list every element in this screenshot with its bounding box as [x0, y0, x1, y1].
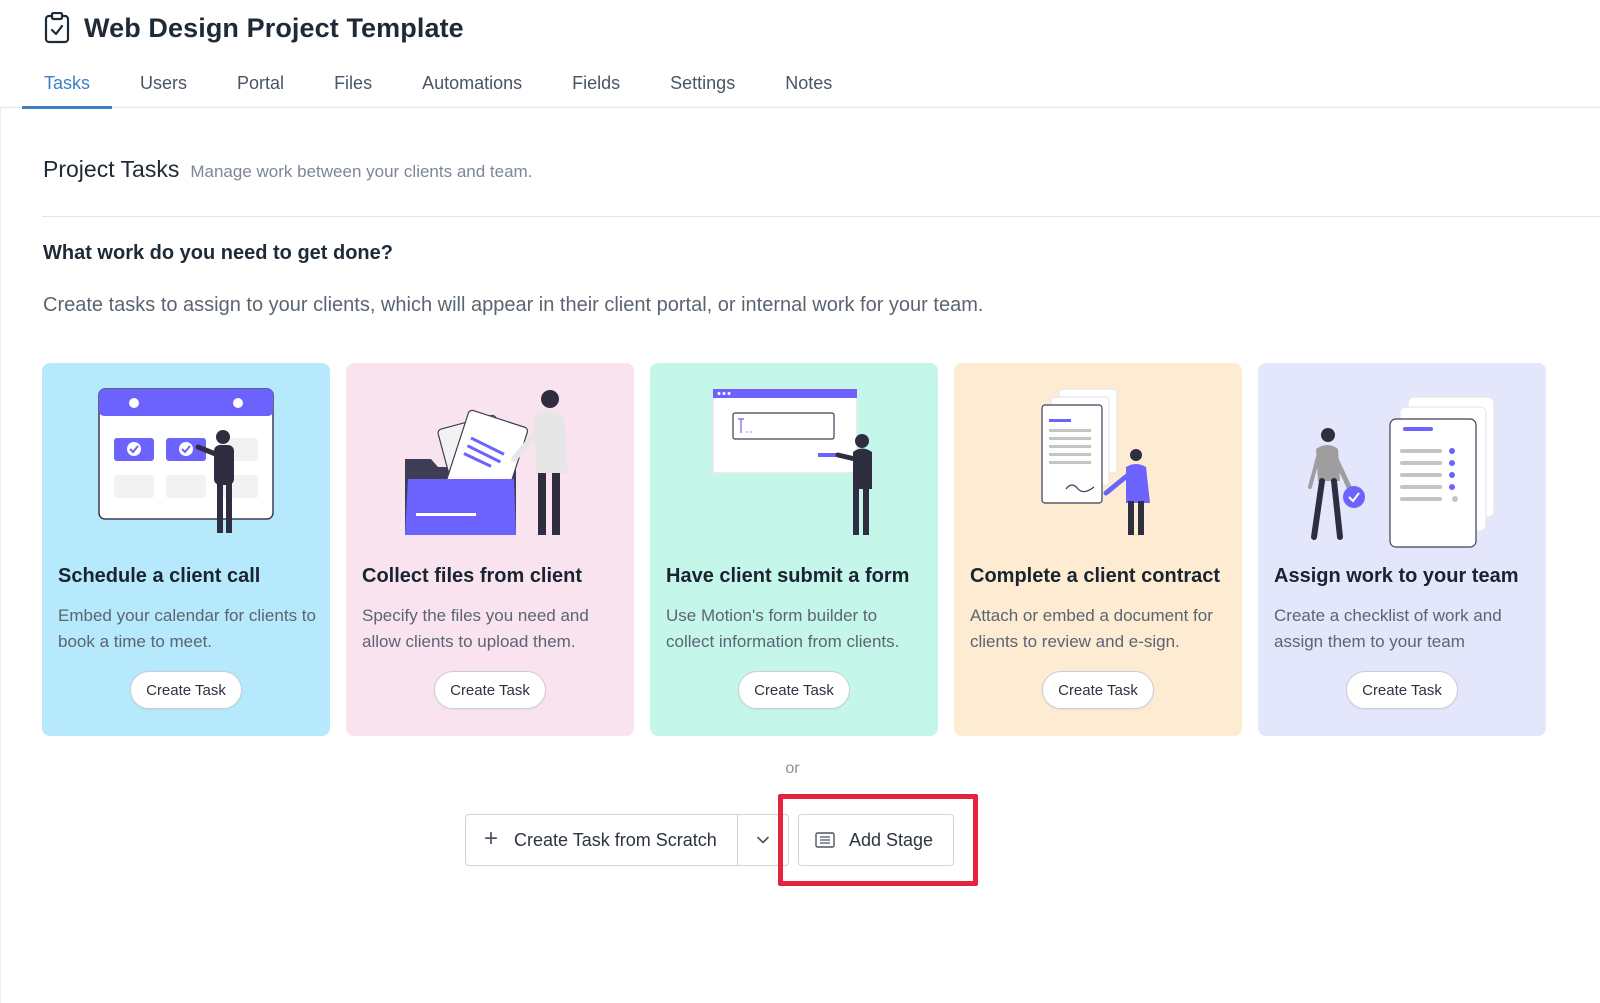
- tab-automations[interactable]: Automations: [400, 58, 544, 108]
- card-description: Attach or embed a document for clients t…: [970, 606, 1213, 651]
- tab-fields[interactable]: Fields: [550, 58, 642, 108]
- card-description: Use Motion's form builder to collect inf…: [666, 606, 900, 651]
- card-title: Have client submit a form: [666, 565, 910, 587]
- tab-bar: Tasks Users Portal Files Automations Fie…: [22, 58, 860, 109]
- tab-users[interactable]: Users: [118, 58, 209, 108]
- plus-icon: +: [484, 825, 499, 852]
- card-client-contract: Complete a client contract Attach or emb…: [954, 363, 1242, 736]
- card-schedule-call: Schedule a client call Embed your calend…: [42, 363, 330, 736]
- card-collect-files: Collect files from client Specify the fi…: [346, 363, 634, 736]
- create-task-button[interactable]: Create Task: [738, 671, 850, 709]
- tab-notes[interactable]: Notes: [763, 58, 854, 108]
- section-header: Project Tasks Manage work between your c…: [43, 156, 532, 183]
- card-client-form: Have client submit a form Use Motion's f…: [650, 363, 938, 736]
- create-scratch-label: Create Task from Scratch: [514, 829, 717, 850]
- create-task-button[interactable]: Create Task: [1346, 671, 1458, 709]
- create-task-button[interactable]: Create Task: [130, 671, 242, 709]
- tab-settings[interactable]: Settings: [648, 58, 757, 108]
- section-subtitle: Manage work between your clients and tea…: [190, 162, 533, 181]
- card-title: Complete a client contract: [970, 565, 1221, 587]
- create-task-button[interactable]: Create Task: [434, 671, 546, 709]
- stage-list-icon: [815, 832, 835, 848]
- tab-portal[interactable]: Portal: [215, 58, 306, 108]
- task-template-cards: Schedule a client call Embed your calend…: [42, 363, 1546, 736]
- tab-tasks[interactable]: Tasks: [22, 58, 113, 109]
- card-description: Specify the files you need and allow cli…: [362, 606, 589, 651]
- form-browser-illustration: [712, 388, 872, 535]
- card-title: Schedule a client call: [58, 565, 261, 587]
- checklist-illustration: [1308, 396, 1495, 548]
- contract-sign-illustration: [1041, 388, 1150, 535]
- prompt-question: What work do you need to get done?: [43, 242, 393, 264]
- clipboard-check-icon: [44, 12, 70, 44]
- tab-files[interactable]: Files: [312, 58, 394, 108]
- project-header: Web Design Project Template Tasks Users …: [0, 0, 1600, 109]
- card-description: Create a checklist of work and assign th…: [1274, 606, 1502, 651]
- card-title: Collect files from client: [362, 565, 583, 587]
- left-border: [0, 108, 1, 1003]
- add-stage-label: Add Stage: [849, 829, 934, 850]
- chevron-down-icon: [756, 836, 769, 844]
- add-stage-button[interactable]: Add Stage: [798, 814, 954, 866]
- card-title: Assign work to your team: [1274, 565, 1519, 587]
- or-separator: or: [785, 760, 800, 777]
- section-divider: [42, 216, 1600, 217]
- card-description: Embed your calendar for clients to book …: [58, 606, 316, 651]
- page-title: Web Design Project Template: [84, 12, 464, 43]
- calendar-illustration: [98, 388, 274, 533]
- prompt-explanation: Create tasks to assign to your clients, …: [43, 294, 984, 316]
- title-row: Web Design Project Template: [44, 12, 464, 44]
- folder-files-illustration: [405, 390, 568, 535]
- create-task-split-button: + Create Task from Scratch: [465, 814, 789, 866]
- section-title: Project Tasks: [43, 156, 180, 182]
- card-assign-team: Assign work to your team Create a checkl…: [1258, 363, 1546, 736]
- create-task-from-scratch-button[interactable]: + Create Task from Scratch: [466, 815, 738, 865]
- create-task-button[interactable]: Create Task: [1042, 671, 1154, 709]
